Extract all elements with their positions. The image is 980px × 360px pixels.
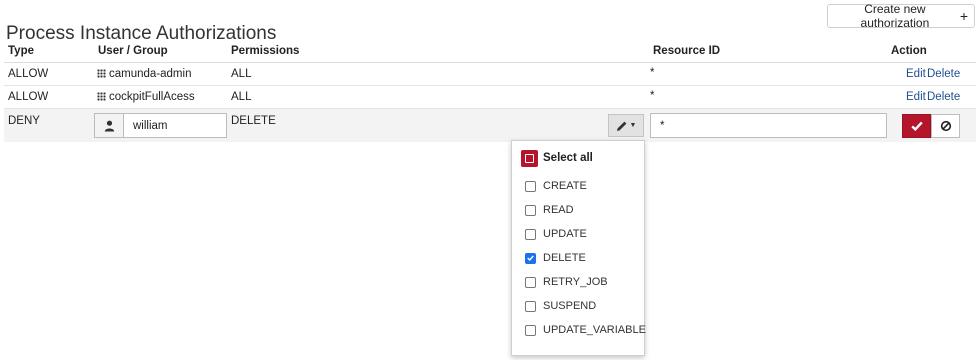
select-all-option[interactable]: Select all bbox=[521, 149, 593, 167]
resource-id-input[interactable]: * bbox=[650, 113, 887, 138]
group-grid-icon bbox=[97, 69, 106, 78]
permission-checkbox[interactable] bbox=[525, 252, 536, 264]
permission-checkbox[interactable] bbox=[525, 276, 536, 288]
permission-option[interactable]: SUSPEND bbox=[525, 299, 596, 313]
pencil-icon bbox=[616, 121, 626, 131]
permissions-dropdown-menu: Select all CREATE READ UPDATE DELETE RETRY_J… bbox=[511, 140, 646, 356]
caret-down-icon: ▼ bbox=[629, 122, 637, 129]
edit-link[interactable]: Edit bbox=[906, 68, 926, 80]
row-resource-id: * bbox=[650, 90, 655, 102]
checkmark-icon bbox=[910, 121, 923, 131]
row-type: ALLOW bbox=[8, 68, 49, 80]
permission-checkbox[interactable] bbox=[525, 228, 536, 240]
plus-icon: + bbox=[959, 8, 968, 24]
permission-checkbox[interactable] bbox=[525, 204, 536, 216]
permission-option[interactable]: DELETE bbox=[525, 251, 586, 265]
row-type: ALLOW bbox=[8, 91, 49, 103]
permission-checkbox[interactable] bbox=[525, 300, 536, 312]
permission-option[interactable]: READ bbox=[525, 203, 574, 217]
row-divider bbox=[4, 85, 976, 86]
edit-row-type[interactable]: DENY bbox=[8, 115, 40, 127]
permission-label: UPDATE_VARIABLE bbox=[543, 324, 646, 336]
permission-label: RETRY_JOB bbox=[543, 276, 608, 288]
row-user-group-name: cockpitFullAcess bbox=[109, 91, 195, 103]
permissions-dropdown-toggle[interactable]: ▼ bbox=[608, 114, 644, 137]
permission-label: UPDATE bbox=[543, 228, 587, 240]
permission-option[interactable]: CREATE bbox=[525, 179, 587, 193]
column-header-resource-id: Resource ID bbox=[653, 45, 721, 57]
permission-label: READ bbox=[543, 204, 574, 216]
permission-checkbox[interactable] bbox=[525, 324, 536, 336]
select-all-checkbox[interactable] bbox=[521, 149, 538, 167]
edit-row-permissions: DELETE bbox=[231, 115, 276, 127]
delete-link[interactable]: Delete bbox=[927, 91, 960, 103]
permission-label: DELETE bbox=[543, 252, 586, 264]
row-permissions: ALL bbox=[231, 68, 252, 80]
permission-option[interactable]: UPDATE bbox=[525, 227, 587, 241]
create-authorization-label: Create new authorization bbox=[860, 2, 930, 30]
column-header-permissions: Permissions bbox=[231, 45, 300, 57]
user-icon[interactable] bbox=[95, 114, 124, 137]
edit-link[interactable]: Edit bbox=[906, 91, 926, 103]
column-header-type: Type bbox=[8, 45, 34, 57]
page-title: Process Instance Authorizations bbox=[6, 22, 277, 44]
permission-label: SUSPEND bbox=[543, 300, 597, 312]
row-user-group: camunda-admin bbox=[97, 68, 191, 80]
select-all-label: Select all bbox=[543, 152, 593, 164]
column-header-action: Action bbox=[891, 45, 927, 57]
row-resource-id: * bbox=[650, 67, 655, 79]
permission-checkbox[interactable] bbox=[525, 180, 536, 192]
submit-button[interactable] bbox=[902, 114, 931, 138]
user-group-input[interactable]: william bbox=[124, 114, 168, 137]
delete-link[interactable]: Delete bbox=[927, 68, 960, 80]
permission-option[interactable]: UPDATE_VARIABLE bbox=[525, 323, 646, 337]
cancel-button[interactable] bbox=[931, 114, 960, 138]
permission-label: CREATE bbox=[543, 180, 587, 192]
create-authorization-button[interactable]: Create new authorization + bbox=[827, 2, 975, 30]
group-grid-icon bbox=[97, 92, 106, 101]
user-group-field[interactable]: william bbox=[94, 113, 227, 138]
row-user-group-name: camunda-admin bbox=[109, 68, 192, 80]
header-divider bbox=[4, 62, 976, 63]
row-permissions: ALL bbox=[231, 91, 252, 103]
ban-icon bbox=[940, 120, 951, 132]
row-user-group: cockpitFullAcess bbox=[97, 91, 195, 103]
column-header-user-group: User / Group bbox=[98, 45, 168, 57]
permission-option[interactable]: RETRY_JOB bbox=[525, 275, 608, 289]
